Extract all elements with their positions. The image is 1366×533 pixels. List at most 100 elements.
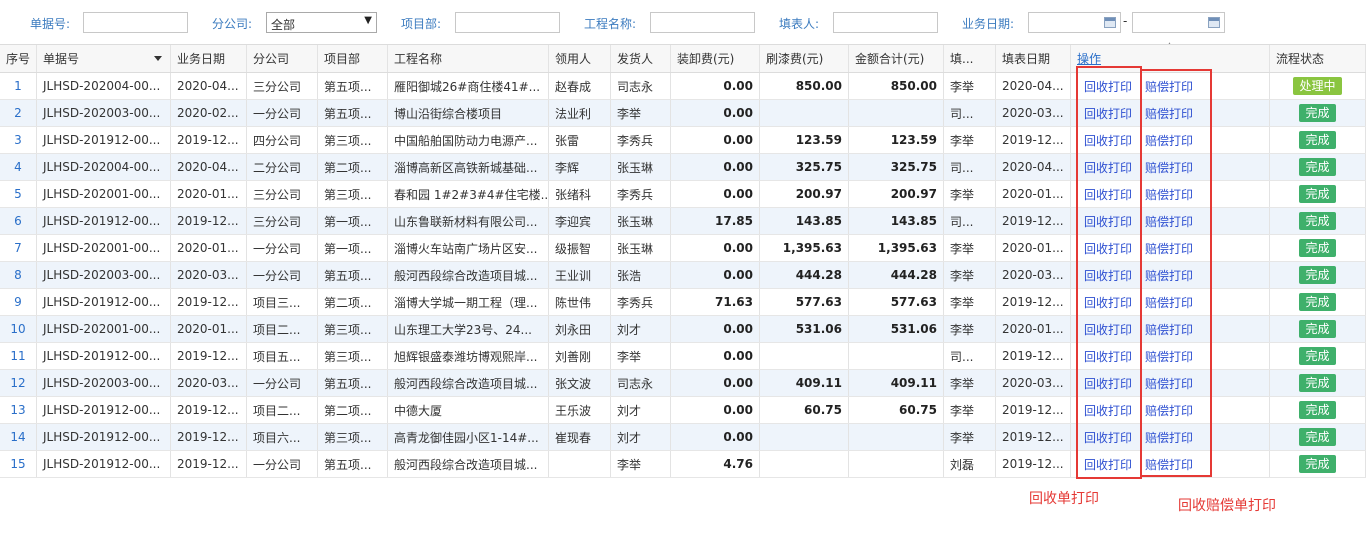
recycle-print-link[interactable]: 回收打印 bbox=[1084, 348, 1132, 365]
column-header-shipper[interactable]: 发货人 bbox=[611, 45, 671, 72]
table-row[interactable]: 7 JLHSD-202001-00... 2020-01... 一分公司 第一项... 淄… bbox=[0, 235, 1366, 262]
branch-select[interactable]: 全部 ▼ bbox=[266, 12, 377, 33]
cell-text[interactable]: 5 bbox=[14, 187, 22, 201]
cell-text: 司志永 bbox=[617, 376, 654, 391]
cell-index: 10 bbox=[0, 316, 37, 342]
table-row[interactable]: 5 JLHSD-202001-00... 2020-01... 三分公司 第三项... 春… bbox=[0, 181, 1366, 208]
cell-text[interactable]: 12 bbox=[10, 376, 25, 390]
recycle-print-link[interactable]: 回收打印 bbox=[1084, 456, 1132, 473]
filler-input[interactable] bbox=[833, 12, 938, 33]
compensation-print-link[interactable]: 赔偿打印 bbox=[1145, 267, 1193, 284]
compensation-print-link[interactable]: 赔偿打印 bbox=[1145, 159, 1193, 176]
cell-text[interactable]: 6 bbox=[14, 214, 22, 228]
column-header-flow-status[interactable]: 流程状态 bbox=[1270, 45, 1366, 72]
recycle-print-link[interactable]: 回收打印 bbox=[1084, 321, 1132, 338]
recycle-print-link[interactable]: 回收打印 bbox=[1084, 375, 1132, 392]
cell-text[interactable]: 2 bbox=[14, 106, 22, 120]
recycle-print-link[interactable]: 回收打印 bbox=[1084, 267, 1132, 284]
date-to-input[interactable] bbox=[1132, 12, 1225, 33]
cell-text[interactable]: 15 bbox=[10, 457, 25, 471]
column-header-filler[interactable]: 填... bbox=[944, 45, 996, 72]
compensation-print-link[interactable]: 赔偿打印 bbox=[1145, 402, 1193, 419]
calendar-icon[interactable] bbox=[1104, 17, 1116, 28]
cell-text: 2019-12... bbox=[177, 403, 239, 417]
table-row[interactable]: 11 JLHSD-201912-00... 2019-12... 项目五... 第三项.… bbox=[0, 343, 1366, 370]
cell-text[interactable]: 1 bbox=[14, 79, 22, 93]
compensation-print-link[interactable]: 赔偿打印 bbox=[1145, 78, 1193, 95]
cell-text[interactable]: 11 bbox=[10, 349, 25, 363]
compensation-print-link[interactable]: 赔偿打印 bbox=[1145, 456, 1193, 473]
compensation-print-link[interactable]: 赔偿打印 bbox=[1145, 186, 1193, 203]
column-header-total-amount[interactable]: 金额合计(元) bbox=[849, 45, 944, 72]
column-header-project-name[interactable]: 工程名称 bbox=[388, 45, 549, 72]
table-row[interactable]: 3 JLHSD-201912-00... 2019-12... 四分公司 第三项... 中… bbox=[0, 127, 1366, 154]
column-header-paint-fee[interactable]: 刷漆费(元) bbox=[760, 45, 849, 72]
table-row[interactable]: 12 JLHSD-202003-00... 2020-03... 一分公司 第五项...… bbox=[0, 370, 1366, 397]
compensation-print-link[interactable]: 赔偿打印 bbox=[1145, 105, 1193, 122]
cell-doc-no: JLHSD-202003-00... bbox=[37, 370, 171, 396]
compensation-print-link[interactable]: 赔偿打印 bbox=[1145, 240, 1193, 257]
cell-text[interactable]: 8 bbox=[14, 268, 22, 282]
cell-text[interactable]: 9 bbox=[14, 295, 22, 309]
cell-text[interactable]: 7 bbox=[14, 241, 22, 255]
table-row[interactable]: 13 JLHSD-201912-00... 2019-12... 项目二... 第二项.… bbox=[0, 397, 1366, 424]
calendar-icon[interactable] bbox=[1208, 17, 1220, 28]
sort-dropdown-icon[interactable] bbox=[154, 56, 162, 61]
column-header-index[interactable]: 序号 bbox=[0, 45, 37, 72]
cell-text: 中国船舶国防动力电源产... bbox=[394, 133, 538, 148]
cell-receiver: 王业训 bbox=[549, 262, 611, 288]
table-row[interactable]: 1 JLHSD-202004-00... 2020-04... 三分公司 第五项... 雁… bbox=[0, 73, 1366, 100]
cell-fill-date: 2019-12... bbox=[996, 208, 1071, 234]
table-row[interactable]: 9 JLHSD-201912-00... 2019-12... 项目三... 第二项..… bbox=[0, 289, 1366, 316]
cell-text: 444.28 bbox=[795, 268, 842, 282]
recycle-print-link[interactable]: 回收打印 bbox=[1084, 402, 1132, 419]
recycle-print-link[interactable]: 回收打印 bbox=[1084, 132, 1132, 149]
column-header-receiver[interactable]: 领用人 bbox=[549, 45, 611, 72]
recycle-print-link[interactable]: 回收打印 bbox=[1084, 159, 1132, 176]
table-row[interactable]: 4 JLHSD-202004-00... 2020-04... 二分公司 第二项... 淄… bbox=[0, 154, 1366, 181]
column-header-project-dept[interactable]: 项目部 bbox=[318, 45, 388, 72]
cell-text[interactable]: 3 bbox=[14, 133, 22, 147]
cell-text: 850.00 bbox=[890, 79, 937, 93]
table-row[interactable]: 8 JLHSD-202003-00... 2020-03... 一分公司 第五项... 般… bbox=[0, 262, 1366, 289]
project-dept-input[interactable] bbox=[455, 12, 560, 33]
cell-text[interactable]: 10 bbox=[10, 322, 25, 336]
compensation-print-link[interactable]: 赔偿打印 bbox=[1145, 348, 1193, 365]
recycle-print-link[interactable]: 回收打印 bbox=[1084, 240, 1132, 257]
table-row[interactable]: 15 JLHSD-201912-00... 2019-12... 一分公司 第五项...… bbox=[0, 451, 1366, 478]
recycle-print-link[interactable]: 回收打印 bbox=[1084, 294, 1132, 311]
cell-biz-date: 2020-01... bbox=[171, 181, 247, 207]
cell-text[interactable]: 13 bbox=[10, 403, 25, 417]
compensation-print-link[interactable]: 赔偿打印 bbox=[1145, 321, 1193, 338]
column-header-doc-no[interactable]: 单据号 bbox=[37, 45, 171, 72]
compensation-print-link[interactable]: 赔偿打印 bbox=[1145, 429, 1193, 446]
recycle-print-link[interactable]: 回收打印 bbox=[1084, 186, 1132, 203]
compensation-print-link[interactable]: 赔偿打印 bbox=[1145, 132, 1193, 149]
cell-shipper: 张浩 bbox=[611, 262, 671, 288]
column-header-load-fee[interactable]: 装卸费(元) bbox=[671, 45, 760, 72]
recycle-print-link[interactable]: 回收打印 bbox=[1084, 105, 1132, 122]
compensation-print-link[interactable]: 赔偿打印 bbox=[1145, 294, 1193, 311]
compensation-print-link[interactable]: 赔偿打印 bbox=[1145, 213, 1193, 230]
table-row[interactable]: 2 JLHSD-202003-00... 2020-02... 一分公司 第五项... 博… bbox=[0, 100, 1366, 127]
cell-text: 0.00 bbox=[723, 133, 753, 147]
cell-text[interactable]: 4 bbox=[14, 160, 22, 174]
date-from-input[interactable] bbox=[1028, 12, 1121, 33]
column-header-biz-date[interactable]: 业务日期 bbox=[171, 45, 247, 72]
column-header-operation[interactable]: 操作 bbox=[1071, 45, 1270, 72]
cell-load-fee: 0.00 bbox=[671, 181, 760, 207]
cell-text[interactable]: 14 bbox=[10, 430, 25, 444]
column-header-branch[interactable]: 分公司 bbox=[247, 45, 318, 72]
recycle-print-link[interactable]: 回收打印 bbox=[1084, 429, 1132, 446]
project-name-input[interactable] bbox=[650, 12, 755, 33]
cell-receiver: 陈世伟 bbox=[549, 289, 611, 315]
compensation-print-link[interactable]: 赔偿打印 bbox=[1145, 375, 1193, 392]
table-row[interactable]: 10 JLHSD-202001-00... 2020-01... 项目二... 第三项.… bbox=[0, 316, 1366, 343]
table-row[interactable]: 14 JLHSD-201912-00... 2019-12... 项目六... 第三项.… bbox=[0, 424, 1366, 451]
table-row[interactable]: 6 JLHSD-201912-00... 2019-12... 三分公司 第一项... 山… bbox=[0, 208, 1366, 235]
doc-no-input[interactable] bbox=[83, 12, 188, 33]
column-header-label: 刷漆费(元) bbox=[766, 52, 824, 66]
column-header-fill-date[interactable]: 填表日期 bbox=[996, 45, 1071, 72]
recycle-print-link[interactable]: 回收打印 bbox=[1084, 213, 1132, 230]
recycle-print-link[interactable]: 回收打印 bbox=[1084, 78, 1132, 95]
